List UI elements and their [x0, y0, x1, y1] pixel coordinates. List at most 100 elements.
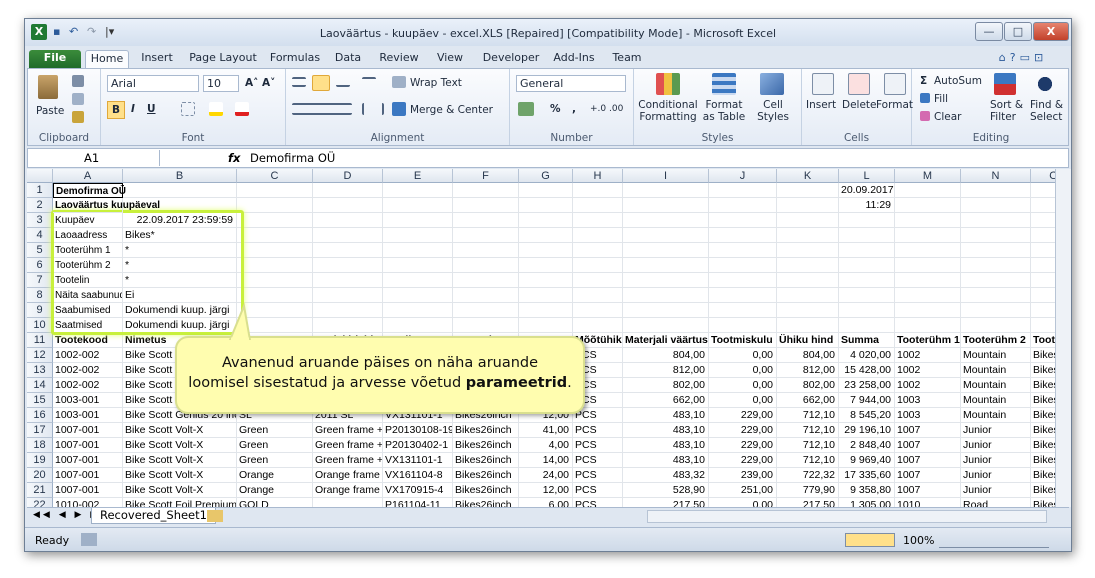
cell[interactable] [1031, 258, 1055, 273]
format-as-table-icon[interactable] [712, 73, 736, 95]
cell[interactable] [519, 273, 573, 288]
cell[interactable] [961, 318, 1031, 333]
cell[interactable]: 483,32 [623, 468, 709, 483]
cell[interactable]: Bikes26inch [453, 483, 519, 498]
cell[interactable] [1031, 243, 1055, 258]
cell[interactable] [453, 183, 519, 198]
macro-record-icon[interactable] [81, 533, 97, 546]
cell[interactable]: 0,00 [709, 393, 777, 408]
cell[interactable]: Bikes [1031, 483, 1055, 498]
tab-home[interactable]: Home [85, 50, 129, 68]
cell[interactable]: 1007 [895, 438, 961, 453]
cell[interactable]: 229,00 [709, 423, 777, 438]
cell[interactable]: Green frame + ( [313, 453, 383, 468]
copy-icon[interactable] [72, 93, 84, 105]
cell[interactable]: 802,00 [777, 378, 839, 393]
cell[interactable] [453, 228, 519, 243]
cell[interactable] [961, 228, 1031, 243]
format-as-table-button[interactable]: Format [700, 99, 748, 111]
tab-insert[interactable]: Insert [137, 50, 177, 68]
cell[interactable] [709, 198, 777, 213]
grow-font-icon[interactable]: A˄ A˅ [245, 77, 275, 89]
cell[interactable]: Tooteli [1031, 333, 1055, 348]
cell[interactable] [777, 213, 839, 228]
cell[interactable] [961, 303, 1031, 318]
cell[interactable] [623, 318, 709, 333]
cell[interactable]: 0,00 [709, 363, 777, 378]
cell[interactable] [313, 288, 383, 303]
cell[interactable]: P161104-11 [383, 498, 453, 507]
cell[interactable]: Bikes [1031, 453, 1055, 468]
cell[interactable] [961, 243, 1031, 258]
cell[interactable]: Bike Scott Volt-X [123, 423, 237, 438]
cell[interactable]: 1002-002 [53, 363, 123, 378]
cell[interactable]: Bikes [1031, 363, 1055, 378]
name-box[interactable]: A1 [30, 150, 160, 166]
cell[interactable]: 483,10 [623, 408, 709, 423]
cell[interactable] [839, 273, 895, 288]
column-header[interactable]: D [313, 169, 383, 183]
cell[interactable] [895, 288, 961, 303]
cell[interactable] [777, 243, 839, 258]
cell[interactable]: 662,00 [777, 393, 839, 408]
orientation-icon[interactable] [362, 77, 376, 87]
cell[interactable]: 483,10 [623, 438, 709, 453]
cell[interactable]: Green [237, 423, 313, 438]
cell[interactable]: Tooterühm 1 [895, 333, 961, 348]
underline-button[interactable]: U [147, 103, 156, 115]
cell[interactable] [839, 288, 895, 303]
cell[interactable]: 802,00 [623, 378, 709, 393]
clear-button[interactable]: Clear [934, 111, 961, 123]
binoculars-icon[interactable] [1034, 73, 1056, 95]
column-header[interactable]: K [777, 169, 839, 183]
cell[interactable]: 24,00 [519, 468, 573, 483]
row-header[interactable]: 16 [27, 408, 53, 423]
cell[interactable] [961, 213, 1031, 228]
cell[interactable]: Tootmiskulu [709, 333, 777, 348]
currency-icon[interactable] [518, 102, 534, 116]
cell[interactable]: 11:29 [839, 198, 895, 213]
cell[interactable]: 1002-002 [53, 348, 123, 363]
cell[interactable]: 217,50 [777, 498, 839, 507]
cell[interactable] [709, 243, 777, 258]
cell[interactable] [313, 213, 383, 228]
cell[interactable]: 1007-001 [53, 483, 123, 498]
cell[interactable]: Green frame + ( [313, 423, 383, 438]
row-header[interactable]: 21 [27, 483, 53, 498]
cell[interactable] [313, 303, 383, 318]
cell[interactable] [623, 243, 709, 258]
cell[interactable]: Bikes26inch [453, 453, 519, 468]
cell[interactable] [623, 273, 709, 288]
vertical-scrollbar[interactable] [1055, 169, 1071, 507]
cell[interactable]: Orange [237, 468, 313, 483]
cell[interactable] [573, 273, 623, 288]
column-header[interactable]: B [123, 169, 237, 183]
help-icon[interactable]: ⌂?▭⊡ [983, 50, 1063, 68]
column-header[interactable]: A [53, 169, 123, 183]
sigma-icon[interactable]: Σ [920, 75, 927, 87]
delete-cells-button[interactable]: Delete [842, 99, 877, 111]
delete-cells-icon[interactable] [848, 73, 870, 95]
tab-page-layout[interactable]: Page Layout [187, 50, 259, 68]
cell[interactable] [623, 183, 709, 198]
tab-data[interactable]: Data [331, 50, 365, 68]
cell[interactable] [777, 303, 839, 318]
cell[interactable]: Junior [961, 438, 1031, 453]
cell[interactable]: 1 305,00 [839, 498, 895, 507]
percent-button[interactable]: % [550, 103, 561, 115]
cell[interactable]: Bikes [1031, 423, 1055, 438]
cell[interactable] [573, 288, 623, 303]
select-all-corner[interactable] [27, 169, 53, 183]
cell[interactable]: 1007 [895, 468, 961, 483]
cell[interactable]: 1007-001 [53, 453, 123, 468]
indent-icons[interactable] [362, 103, 384, 115]
cell[interactable]: P20130108-19 [383, 423, 453, 438]
cell[interactable] [237, 213, 313, 228]
cell[interactable]: 483,10 [623, 423, 709, 438]
cell[interactable]: 23 258,00 [839, 378, 895, 393]
row-header[interactable]: 22 [27, 498, 53, 507]
minimize-button[interactable]: — [975, 22, 1003, 41]
cell[interactable]: 1007 [895, 453, 961, 468]
cell[interactable]: 20.09.2017 [839, 183, 895, 198]
tab-view[interactable]: View [433, 50, 467, 68]
